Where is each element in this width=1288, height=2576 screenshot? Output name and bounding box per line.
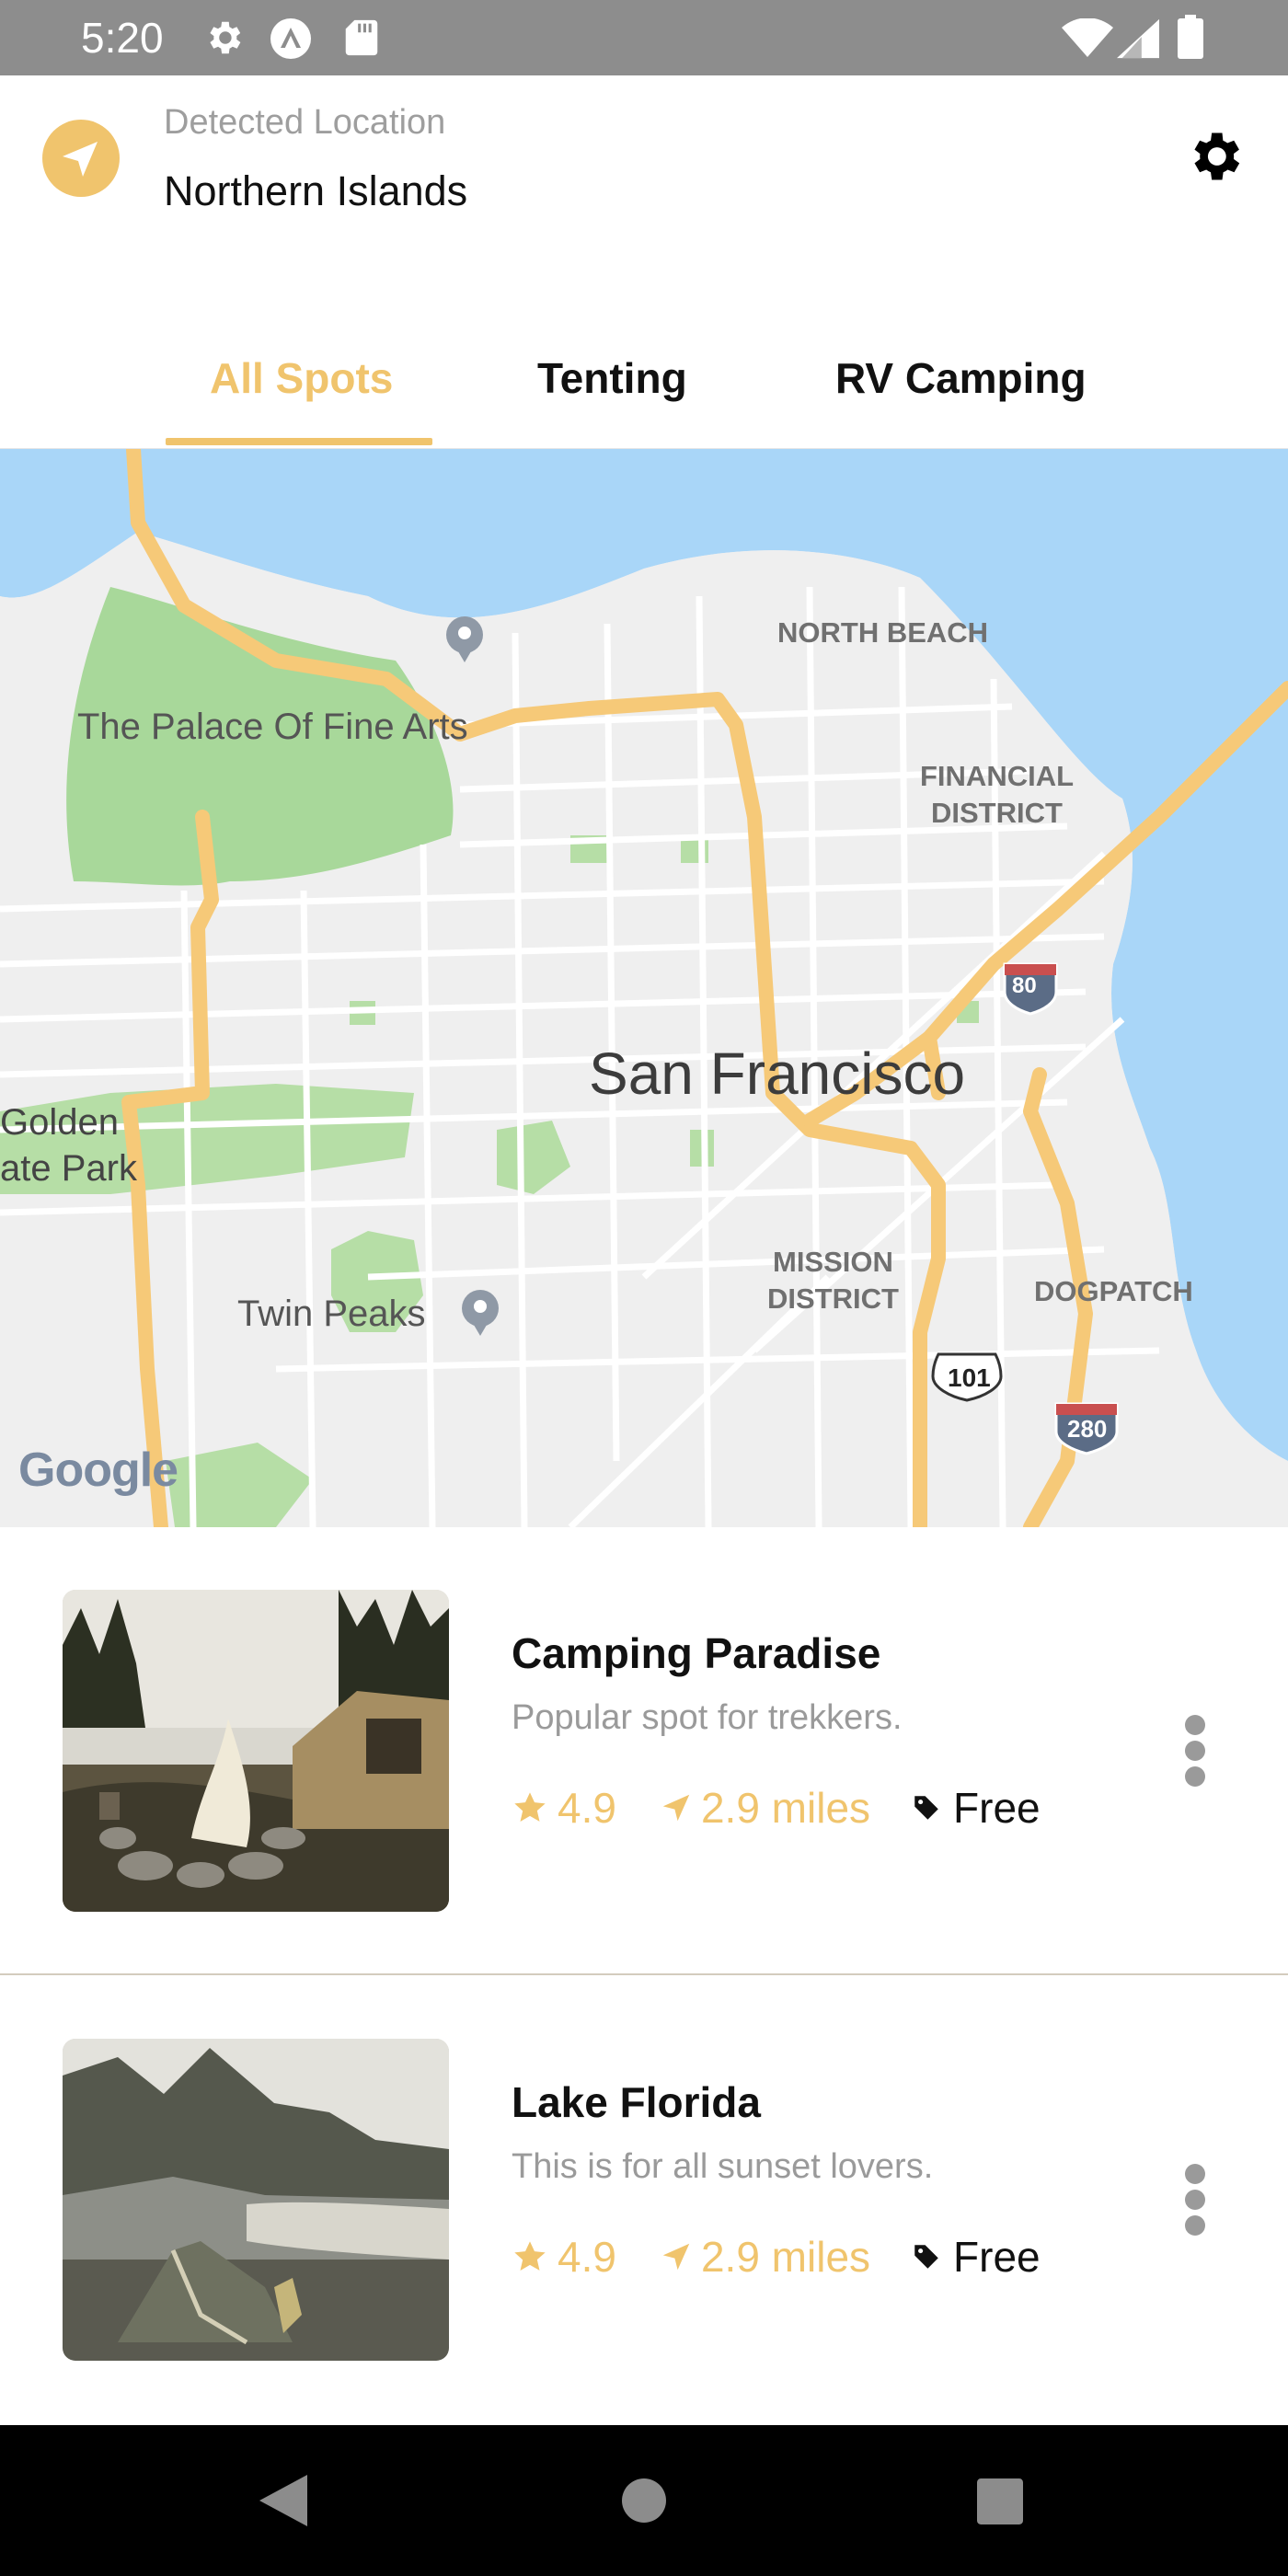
spot-title[interactable]: Camping Paradise — [512, 1628, 880, 1678]
spot-distance: 2.9 miles — [700, 2233, 871, 2281]
highway-101-label: 101 — [948, 1363, 991, 1392]
map-label-twin-peaks: Twin Peaks — [237, 1294, 426, 1334]
price-tag-icon — [914, 2245, 938, 2269]
map-label-north-beach: NORTH BEACH — [777, 616, 989, 649]
back-icon[interactable] — [259, 2475, 307, 2526]
spot-rating: 4.9 — [558, 1784, 616, 1832]
gear-icon — [210, 21, 241, 54]
spot-meta: 4.9 2.9 miles Free — [512, 1783, 1041, 1833]
map-label-san-francisco: San Francisco — [589, 1041, 966, 1107]
highway-80-label: 80 — [1012, 973, 1037, 998]
tab-tenting[interactable]: Tenting — [537, 353, 687, 403]
star-icon — [514, 2241, 546, 2271]
campfire-photo — [63, 1590, 449, 1912]
location-name[interactable]: Northern Islands — [164, 167, 467, 215]
highway-280-label: 280 — [1067, 1415, 1108, 1443]
map-label-financial: FINANCIAL — [920, 760, 1075, 792]
map-label-mission-district: DISTRICT — [767, 1282, 899, 1315]
spot-distance: 2.9 miles — [700, 1784, 871, 1832]
star-icon — [514, 1792, 546, 1822]
spot-image[interactable] — [63, 1590, 449, 1912]
tab-all-spots[interactable]: All Spots — [210, 353, 393, 403]
map-label-palace-of-fine-arts: The Palace Of Fine Arts — [77, 707, 468, 747]
more-options-icon[interactable] — [1185, 2164, 1209, 2241]
card-divider — [0, 1973, 1288, 1975]
detected-location-label: Detected Location — [164, 103, 446, 142]
app-icon — [270, 18, 311, 59]
recents-icon[interactable] — [977, 2478, 1023, 2524]
signal-icon — [1117, 18, 1159, 59]
spot-rating: 4.9 — [558, 2233, 616, 2281]
navigation-arrow-icon — [63, 142, 98, 177]
map-canvas[interactable] — [0, 449, 1288, 1527]
gear-icon[interactable] — [1183, 125, 1246, 188]
map-label-golden: Golden — [0, 1102, 119, 1143]
more-options-icon[interactable] — [1185, 1715, 1209, 1792]
map-label-mission: MISSION — [773, 1246, 893, 1278]
google-logo[interactable]: Google — [18, 1443, 178, 1498]
system-navigation-bar — [0, 2425, 1288, 2576]
lake-tent-photo — [63, 2039, 449, 2361]
wifi-icon — [1062, 18, 1113, 57]
active-tab-indicator — [166, 438, 432, 445]
price-tag-icon — [914, 1796, 938, 1820]
location-button[interactable] — [42, 120, 120, 197]
navigation-arrow-icon — [662, 1794, 690, 1822]
category-tabs: All Spots Tenting RV Camping — [0, 315, 1288, 449]
spot-card[interactable]: Camping Paradise Popular spot for trekke… — [0, 1527, 1288, 1974]
home-icon[interactable] — [622, 2478, 666, 2523]
status-time: 5:20 — [81, 14, 164, 62]
map-label-financial-district: DISTRICT — [931, 797, 1063, 829]
location-header: Detected Location Northern Islands — [0, 75, 1288, 315]
spot-description: Popular spot for trekkers. — [512, 1698, 903, 1737]
spot-price: Free — [953, 1784, 1041, 1832]
battery-icon — [1178, 15, 1203, 59]
navigation-arrow-icon — [662, 2243, 690, 2271]
spot-meta: 4.9 2.9 miles Free — [512, 2232, 1041, 2282]
sd-card-icon — [345, 19, 378, 56]
spot-price: Free — [953, 2233, 1041, 2281]
map-label-gate-park: ate Park — [0, 1148, 137, 1189]
spot-title[interactable]: Lake Florida — [512, 2077, 761, 2127]
spot-description: This is for all sunset lovers. — [512, 2147, 934, 2186]
spot-card[interactable]: Lake Florida This is for all sunset love… — [0, 1976, 1288, 2423]
map-label-dogpatch: DOGPATCH — [1034, 1275, 1193, 1307]
map-view[interactable]: NORTH BEACH The Palace Of Fine Arts FINA… — [0, 449, 1288, 1527]
spot-image[interactable] — [63, 2039, 449, 2361]
tab-rv-camping[interactable]: RV Camping — [835, 353, 1087, 403]
status-bar: 5:20 — [0, 0, 1288, 75]
